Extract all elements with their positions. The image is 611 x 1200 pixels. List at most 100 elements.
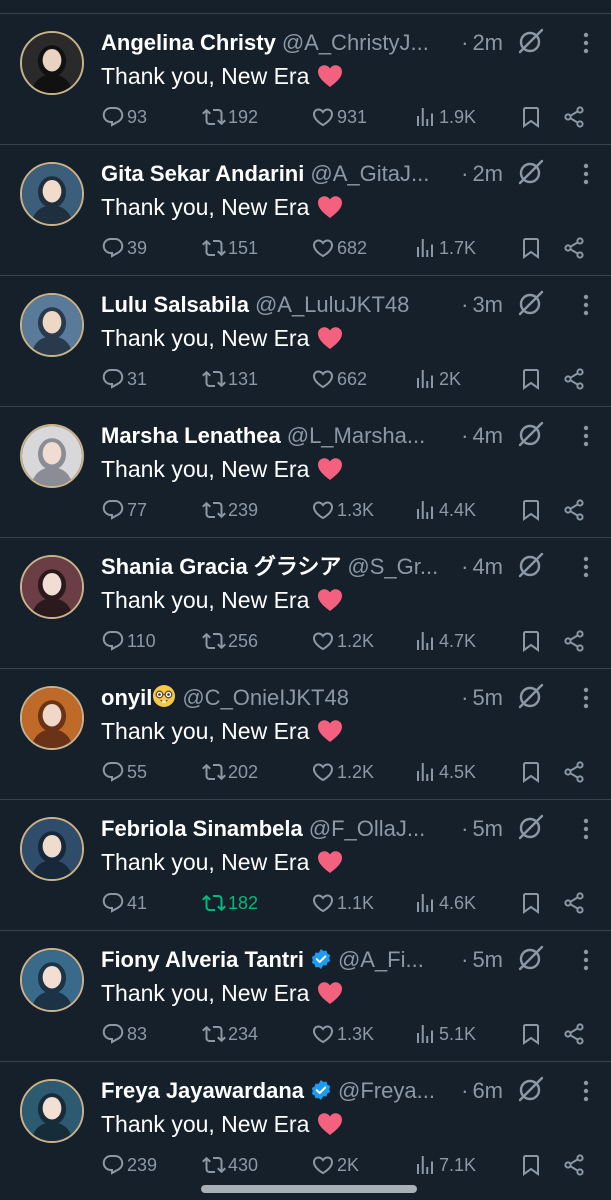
- timestamp[interactable]: · 2m: [459, 158, 503, 190]
- timestamp[interactable]: · 4m: [459, 420, 503, 452]
- retweet-button[interactable]: 131: [202, 366, 258, 392]
- more-icon[interactable]: [575, 423, 597, 449]
- share-button[interactable]: [562, 366, 588, 392]
- retweet-button[interactable]: 182: [202, 890, 258, 916]
- author-handle[interactable]: @L_Marsha...: [287, 423, 426, 448]
- views-button[interactable]: 4.4K: [413, 497, 476, 523]
- share-button[interactable]: [562, 628, 588, 654]
- author-handle[interactable]: @Freya...: [338, 1078, 435, 1103]
- reply-button[interactable]: 239: [101, 1152, 157, 1178]
- grok-icon[interactable]: [517, 1075, 545, 1103]
- like-button[interactable]: 1.3K: [311, 1021, 374, 1047]
- retweet-button[interactable]: 234: [202, 1021, 258, 1047]
- retweet-button[interactable]: 239: [202, 497, 258, 523]
- share-button[interactable]: [562, 1021, 588, 1047]
- tweet-row[interactable]: Fiony Alveria Tantri @A_Fi... · 5m Thank you…: [0, 930, 611, 1061]
- views-button[interactable]: 4.7K: [413, 628, 476, 654]
- bookmark-button[interactable]: [519, 1021, 545, 1047]
- author-handle[interactable]: @A_GitaJ...: [310, 161, 429, 186]
- more-icon[interactable]: [575, 554, 597, 580]
- avatar[interactable]: [20, 686, 84, 750]
- reply-button[interactable]: 83: [101, 1021, 147, 1047]
- timestamp[interactable]: · 4m: [459, 551, 503, 583]
- grok-icon[interactable]: [517, 551, 545, 579]
- share-button[interactable]: [562, 1152, 588, 1178]
- share-button[interactable]: [562, 890, 588, 916]
- author-name[interactable]: Freya Jayawardana: [101, 1078, 304, 1103]
- like-button[interactable]: 2K: [311, 1152, 359, 1178]
- like-button[interactable]: 1.2K: [311, 759, 374, 785]
- bookmark-button[interactable]: [519, 890, 545, 916]
- tweet-row[interactable]: Gita Sekar Andarini @A_GitaJ... · 2m Thank y…: [0, 144, 611, 275]
- author-handle[interactable]: @C_OnieIJKT48: [182, 685, 349, 710]
- tweet-row[interactable]: Lulu Salsabila @A_LuluJKT48 · 3m Thank you, …: [0, 275, 611, 406]
- bookmark-button[interactable]: [519, 104, 545, 130]
- avatar[interactable]: [20, 1079, 84, 1143]
- more-icon[interactable]: [575, 685, 597, 711]
- avatar[interactable]: [20, 162, 84, 226]
- reply-button[interactable]: 55: [101, 759, 147, 785]
- retweet-button[interactable]: 430: [202, 1152, 258, 1178]
- grok-icon[interactable]: [517, 27, 545, 55]
- timestamp[interactable]: · 3m: [459, 289, 503, 321]
- views-button[interactable]: 2K: [413, 366, 461, 392]
- author-name[interactable]: Gita Sekar Andarini: [101, 161, 304, 186]
- share-button[interactable]: [562, 759, 588, 785]
- tweet-row[interactable]: Shania Gracia グラシア @S_Gr... · 4m Thank you, …: [0, 537, 611, 668]
- retweet-button[interactable]: 202: [202, 759, 258, 785]
- bookmark-button[interactable]: [519, 366, 545, 392]
- grok-icon[interactable]: [517, 944, 545, 972]
- like-button[interactable]: 1.1K: [311, 890, 374, 916]
- views-button[interactable]: 4.5K: [413, 759, 476, 785]
- avatar[interactable]: [20, 293, 84, 357]
- author-name[interactable]: Lulu Salsabila: [101, 292, 249, 317]
- views-button[interactable]: 7.1K: [413, 1152, 476, 1178]
- author-name[interactable]: Fiony Alveria Tantri: [101, 947, 304, 972]
- author-name[interactable]: Angelina Christy: [101, 30, 276, 55]
- tweet-row[interactable]: onyil @C_OnieIJKT48 · 5m Thank you, New Era 5…: [0, 668, 611, 799]
- retweet-button[interactable]: 151: [202, 235, 258, 261]
- author-handle[interactable]: @S_Gr...: [347, 554, 438, 579]
- views-button[interactable]: 4.6K: [413, 890, 476, 916]
- retweet-button[interactable]: 256: [202, 628, 258, 654]
- views-button[interactable]: 1.7K: [413, 235, 476, 261]
- timestamp[interactable]: · 2m: [459, 27, 503, 59]
- author-handle[interactable]: @A_LuluJKT48: [255, 292, 409, 317]
- like-button[interactable]: 931: [311, 104, 367, 130]
- bookmark-button[interactable]: [519, 497, 545, 523]
- bookmark-button[interactable]: [519, 235, 545, 261]
- avatar[interactable]: [20, 948, 84, 1012]
- like-button[interactable]: 1.3K: [311, 497, 374, 523]
- views-button[interactable]: 1.9K: [413, 104, 476, 130]
- timestamp[interactable]: · 6m: [459, 1075, 503, 1107]
- tweet-row[interactable]: Freya Jayawardana @Freya... · 6m Thank you, …: [0, 1061, 611, 1192]
- avatar[interactable]: [20, 424, 84, 488]
- author-name[interactable]: onyil: [101, 685, 152, 710]
- more-icon[interactable]: [575, 292, 597, 318]
- more-icon[interactable]: [575, 1078, 597, 1104]
- tweet-row[interactable]: Angelina Christy @A_ChristyJ... · 2m Thank y…: [0, 13, 611, 144]
- grok-icon[interactable]: [517, 420, 545, 448]
- grok-icon[interactable]: [517, 158, 545, 186]
- avatar[interactable]: [20, 817, 84, 881]
- share-button[interactable]: [562, 497, 588, 523]
- tweet-row[interactable]: Febriola Sinambela @F_OllaJ... · 5m Thank yo…: [0, 799, 611, 930]
- retweet-button[interactable]: 192: [202, 104, 258, 130]
- more-icon[interactable]: [575, 30, 597, 56]
- reply-button[interactable]: 93: [101, 104, 147, 130]
- share-button[interactable]: [562, 235, 588, 261]
- bookmark-button[interactable]: [519, 1152, 545, 1178]
- more-icon[interactable]: [575, 816, 597, 842]
- author-handle[interactable]: @A_Fi...: [338, 947, 424, 972]
- reply-button[interactable]: 31: [101, 366, 147, 392]
- author-handle[interactable]: @F_OllaJ...: [309, 816, 425, 841]
- author-name[interactable]: Marsha Lenathea: [101, 423, 281, 448]
- grok-icon[interactable]: [517, 289, 545, 317]
- author-name[interactable]: Febriola Sinambela: [101, 816, 303, 841]
- reply-button[interactable]: 39: [101, 235, 147, 261]
- author-name[interactable]: Shania Gracia グラシア: [101, 554, 341, 579]
- timestamp[interactable]: · 5m: [459, 682, 503, 714]
- share-button[interactable]: [562, 104, 588, 130]
- timestamp[interactable]: · 5m: [459, 944, 503, 976]
- like-button[interactable]: 1.2K: [311, 628, 374, 654]
